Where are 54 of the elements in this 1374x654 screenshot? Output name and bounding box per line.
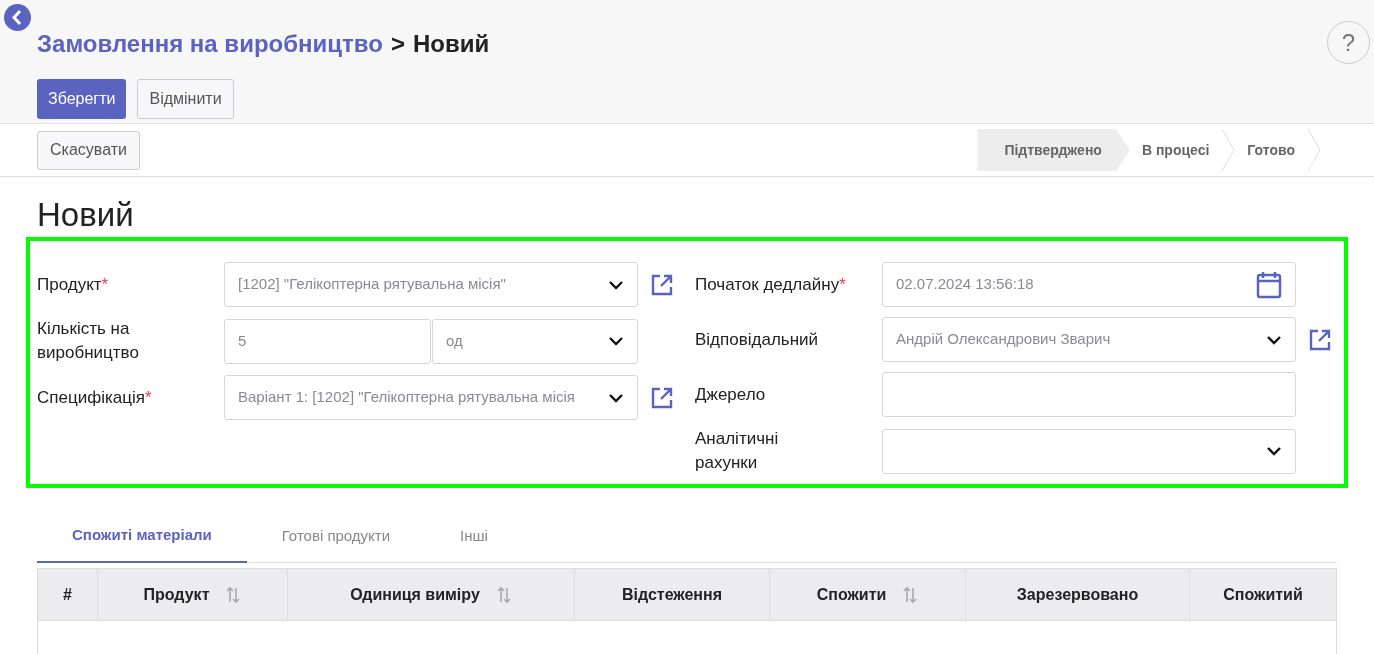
column-label: Продукт (143, 584, 210, 605)
breadcrumb-current: Новий (412, 29, 490, 59)
column-label: Зарезервовано (1016, 584, 1139, 605)
column-label: # (63, 584, 72, 605)
status-step[interactable]: Підтверджено (977, 129, 1130, 171)
column-header[interactable]: Одиниця виміру (288, 569, 575, 620)
field-label: Джерело (695, 384, 766, 404)
step-separator-icon (1307, 129, 1321, 171)
select-field[interactable]: [1202] "Гелікоптерна рятувальна місія" (224, 262, 638, 307)
discard-button[interactable]: Відмінити (137, 79, 234, 119)
unit-select[interactable]: од (432, 318, 638, 364)
status-step[interactable]: В процесі (1129, 129, 1222, 171)
chevron-down-icon (1266, 446, 1282, 456)
field-label: Відповідальний (695, 329, 819, 349)
calendar-icon[interactable] (1256, 270, 1282, 299)
date-field[interactable]: 02.07.2024 13:56:18 (882, 262, 1296, 307)
save-button[interactable]: Зберегти (37, 79, 127, 119)
field-label: Кількість на виробництво (37, 319, 139, 362)
select-field[interactable]: Варіант 1: [1202] "Гелікоптерна рятувальна місія (224, 375, 638, 420)
chevron-down-icon (608, 336, 624, 346)
tab[interactable]: Інші (425, 510, 523, 563)
column-label: Спожити (816, 584, 887, 605)
status-step[interactable]: Готово (1235, 129, 1307, 171)
column-label: Одиниця виміру (350, 584, 480, 605)
breadcrumb-link[interactable]: Замовлення на виробництво (37, 26, 383, 62)
column-label: Спожитий (1223, 584, 1303, 605)
external-link-icon[interactable] (650, 385, 674, 410)
select-field[interactable]: Андрій Олександрович Зварич (882, 317, 1296, 362)
column-header[interactable]: Продукт (98, 569, 288, 620)
column-label: Відстеження (621, 584, 723, 605)
chevron-down-icon (1266, 334, 1282, 345)
chevron-down-icon (608, 392, 624, 403)
external-link-icon[interactable] (650, 272, 674, 297)
tab[interactable]: Готові продукти (246, 510, 426, 563)
external-link-icon[interactable] (1308, 327, 1332, 352)
column-header[interactable]: # (38, 569, 98, 620)
chevron-down-icon (608, 279, 624, 290)
tab[interactable]: Спожиті матеріали (37, 510, 247, 563)
field-label: Аналітичні рахунки (695, 429, 779, 472)
field-label: Початок дедлайну* (695, 274, 846, 294)
back-icon[interactable] (4, 4, 31, 31)
column-header[interactable]: Спожити (770, 569, 966, 620)
select-field[interactable] (882, 428, 1296, 474)
breadcrumb-separator: > (390, 29, 405, 59)
cancel-button[interactable]: Скасувати (37, 130, 140, 170)
quantity-field[interactable]: 5 (224, 318, 431, 364)
form-title: Новий (37, 195, 135, 235)
text-field[interactable] (882, 372, 1296, 417)
field-label: Продукт* (37, 274, 109, 294)
field-label: Специфікація* (37, 387, 152, 407)
column-header[interactable]: Зарезервовано (966, 569, 1190, 620)
column-header[interactable]: Відстеження (575, 569, 770, 620)
step-separator-icon (1221, 129, 1236, 171)
column-header[interactable]: Спожитий (1190, 569, 1336, 620)
